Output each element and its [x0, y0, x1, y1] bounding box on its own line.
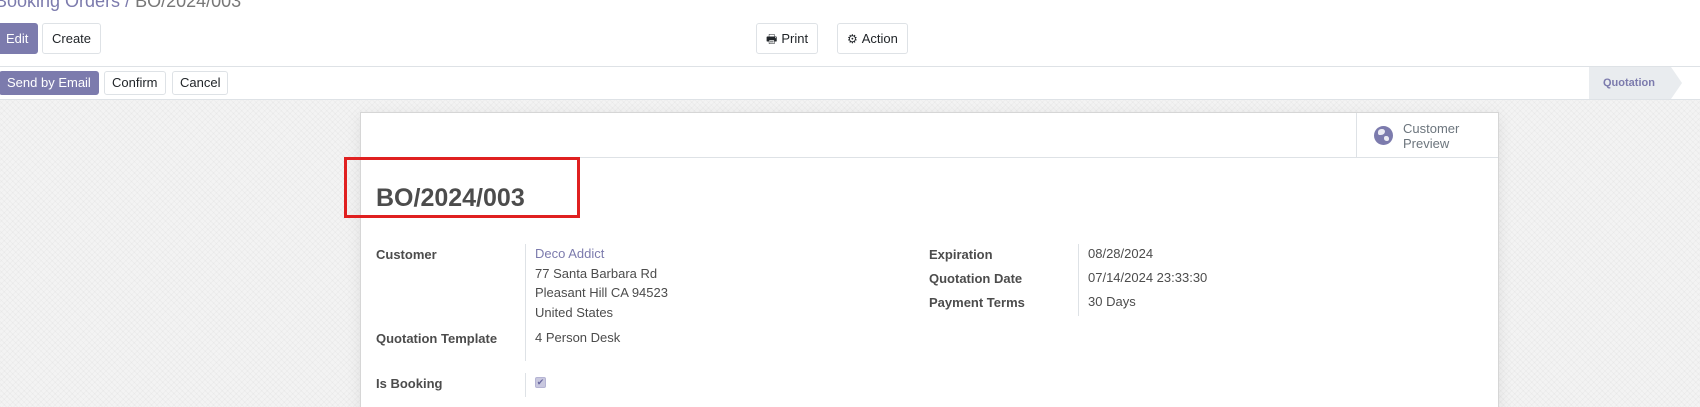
payment-terms-label: Payment Terms [929, 295, 1025, 310]
stage-quotation[interactable]: Quotation [1589, 67, 1671, 99]
control-panel: Booking Orders / BO/2024/003 Edit Create… [0, 0, 1700, 66]
quotation-date-value[interactable]: 07/14/2024 23:33:30 [1088, 268, 1207, 288]
statusbar: Send by Email Confirm Cancel Quotation Q… [0, 66, 1700, 100]
stage-arrow [1671, 67, 1682, 99]
breadcrumb-parent-link[interactable]: Booking Orders [0, 0, 120, 11]
action-button[interactable]: ⚙ Action [837, 23, 908, 54]
stage-next[interactable]: Qu [1686, 67, 1700, 99]
edit-button-label: Edit [6, 31, 29, 46]
breadcrumb: Booking Orders / BO/2024/003 [0, 0, 241, 12]
expiration-label: Expiration [929, 247, 993, 262]
create-button-label: Create [52, 31, 92, 46]
send-by-email-label: Send by Email [7, 75, 91, 90]
customer-address-line3: United States [535, 305, 614, 320]
customer-link[interactable]: Deco Addict [535, 244, 604, 264]
action-button-label: Action [861, 31, 898, 46]
field-divider [525, 335, 526, 361]
customer-address-line1: 77 Santa Barbara Rd [535, 266, 658, 281]
is-booking-checkbox[interactable]: ✔ [535, 377, 546, 388]
quotation-template-label: Quotation Template [376, 331, 498, 346]
field-divider [525, 373, 526, 397]
payment-terms-value[interactable]: 30 Days [1088, 292, 1136, 312]
create-button[interactable]: Create [42, 23, 102, 54]
send-by-email-button[interactable]: Send by Email [0, 71, 99, 95]
customer-label: Customer [376, 247, 437, 262]
cancel-button-label: Cancel [180, 75, 221, 90]
print-button-label: Print [781, 31, 809, 46]
globe-icon [1374, 126, 1393, 145]
customer-preview-label: Customer Preview [1403, 120, 1460, 151]
customer-address-line2: Pleasant Hill CA 94523 [535, 285, 668, 300]
confirm-button[interactable]: Confirm [104, 71, 166, 95]
highlight-box [344, 157, 580, 218]
edit-button[interactable]: Edit [0, 23, 38, 54]
print-icon: 🖶 [766, 32, 778, 46]
field-divider [525, 244, 526, 335]
is-booking-label: Is Booking [376, 376, 443, 391]
quotation-date-label: Quotation Date [929, 271, 1023, 286]
expiration-value[interactable]: 08/28/2024 [1088, 244, 1153, 264]
cancel-button[interactable]: Cancel [172, 71, 229, 95]
confirm-button-label: Confirm [112, 75, 158, 90]
field-divider [1078, 244, 1079, 316]
breadcrumb-separator: / [125, 0, 131, 11]
customer-preview-button[interactable]: Customer Preview [1356, 113, 1498, 158]
stage-quotation-label: Quotation [1603, 77, 1655, 89]
button-box: Customer Preview [361, 113, 1498, 158]
breadcrumb-current: BO/2024/003 [135, 0, 242, 11]
print-button[interactable]: 🖶 Print [756, 23, 819, 54]
gear-icon: ⚙ [847, 32, 858, 46]
quotation-template-value[interactable]: 4 Person Desk [535, 328, 620, 348]
